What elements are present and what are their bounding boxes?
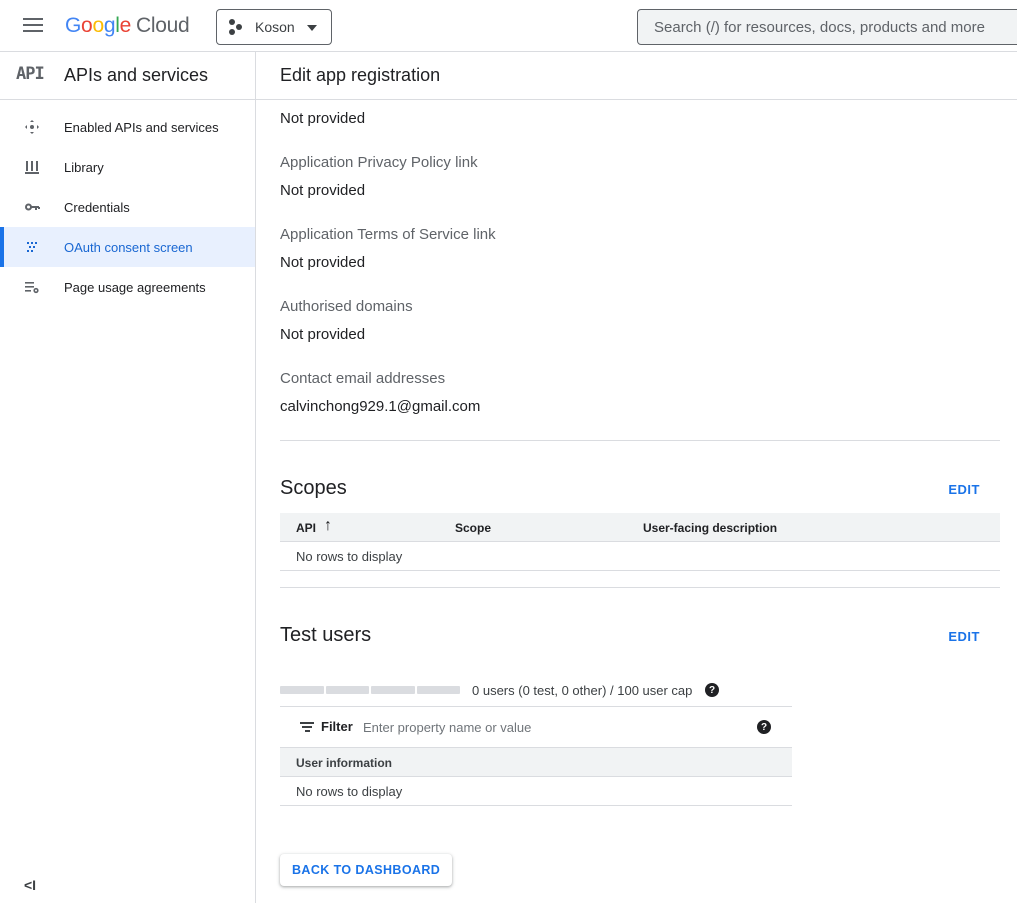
filter-help-icon[interactable]: ? — [757, 720, 771, 734]
field-label-contact-email: Contact email addresses — [280, 370, 446, 387]
field-label-terms-of-service: Application Terms of Service link — [280, 226, 496, 243]
filter-icon — [300, 722, 314, 732]
column-header-description: User-facing description — [643, 521, 778, 535]
test-users-table-header: User information — [280, 748, 792, 777]
scopes-title: Scopes — [280, 477, 347, 499]
search-input[interactable] — [637, 9, 1017, 45]
sidebar-item-page-usage[interactable]: Page usage agreements — [0, 267, 255, 307]
scopes-edit-button[interactable]: EDIT — [948, 482, 980, 497]
field-value-privacy-policy: Not provided — [280, 182, 366, 199]
google-cloud-logo[interactable]: Google Cloud — [65, 14, 190, 38]
help-icon[interactable]: ? — [705, 683, 719, 697]
sidebar-item-enabled-apis[interactable]: Enabled APIs and services — [0, 107, 255, 147]
scopes-table-header: API ↑ Scope User-facing description — [280, 513, 1000, 542]
field-value-terms-of-service: Not provided — [280, 254, 366, 271]
field-label-privacy-policy: Application Privacy Policy link — [280, 154, 478, 171]
collapse-sidebar-icon[interactable]: <I — [24, 877, 36, 893]
test-users-edit-button[interactable]: EDIT — [948, 629, 980, 644]
field-value-contact-email: calvinchong929.1@gmail.com — [280, 398, 481, 415]
page-title: Edit app registration — [256, 52, 1017, 100]
filter-label: Filter — [321, 719, 353, 734]
user-cap-progress-bar — [280, 686, 460, 694]
sidebar-nav: Enabled APIs and services Library Creden… — [0, 107, 255, 307]
field-label-authorised-domains: Authorised domains — [280, 298, 413, 315]
chevron-down-icon — [307, 25, 317, 31]
back-to-dashboard-button[interactable]: BACK TO DASHBOARD — [280, 854, 453, 886]
filter-input[interactable] — [363, 715, 743, 739]
column-header-api[interactable]: API — [296, 521, 316, 535]
library-icon — [22, 159, 42, 175]
sidebar-header: API APIs and services — [0, 52, 255, 100]
field-value: Not provided — [280, 110, 366, 127]
settings-list-icon — [22, 279, 42, 295]
column-header-user-information: User information — [296, 756, 393, 770]
api-icon: API — [16, 64, 45, 84]
filter-bar: Filter ? — [280, 706, 792, 748]
test-users-empty-row: No rows to display — [280, 777, 792, 806]
project-dots-icon — [229, 19, 245, 35]
divider — [280, 440, 1000, 441]
column-header-scope: Scope — [455, 521, 492, 535]
field-value-authorised-domains: Not provided — [280, 326, 366, 343]
main-content: Edit app registration Not provided Appli… — [256, 52, 1017, 903]
top-bar: Google Cloud Koson — [0, 0, 1017, 52]
divider — [280, 587, 1000, 588]
sort-ascending-icon[interactable]: ↑ — [324, 517, 332, 535]
sidebar-item-library[interactable]: Library — [0, 147, 255, 187]
project-name: Koson — [255, 19, 295, 35]
user-cap-text: 0 users (0 test, 0 other) / 100 user cap — [472, 683, 693, 698]
scopes-empty-row: No rows to display — [280, 542, 1000, 571]
enabled-apis-icon — [22, 119, 42, 135]
project-picker-button[interactable]: Koson — [216, 9, 332, 45]
sidebar-item-oauth-consent[interactable]: OAuth consent screen — [0, 227, 255, 267]
test-users-title: Test users — [280, 624, 372, 646]
main-menu-icon[interactable] — [23, 18, 43, 34]
sidebar-item-credentials[interactable]: Credentials — [0, 187, 255, 227]
sidebar-title: APIs and services — [64, 65, 209, 85]
sidebar: API APIs and services Enabled APIs and s… — [0, 52, 256, 903]
oauth-icon — [22, 239, 42, 255]
key-icon — [22, 199, 42, 215]
